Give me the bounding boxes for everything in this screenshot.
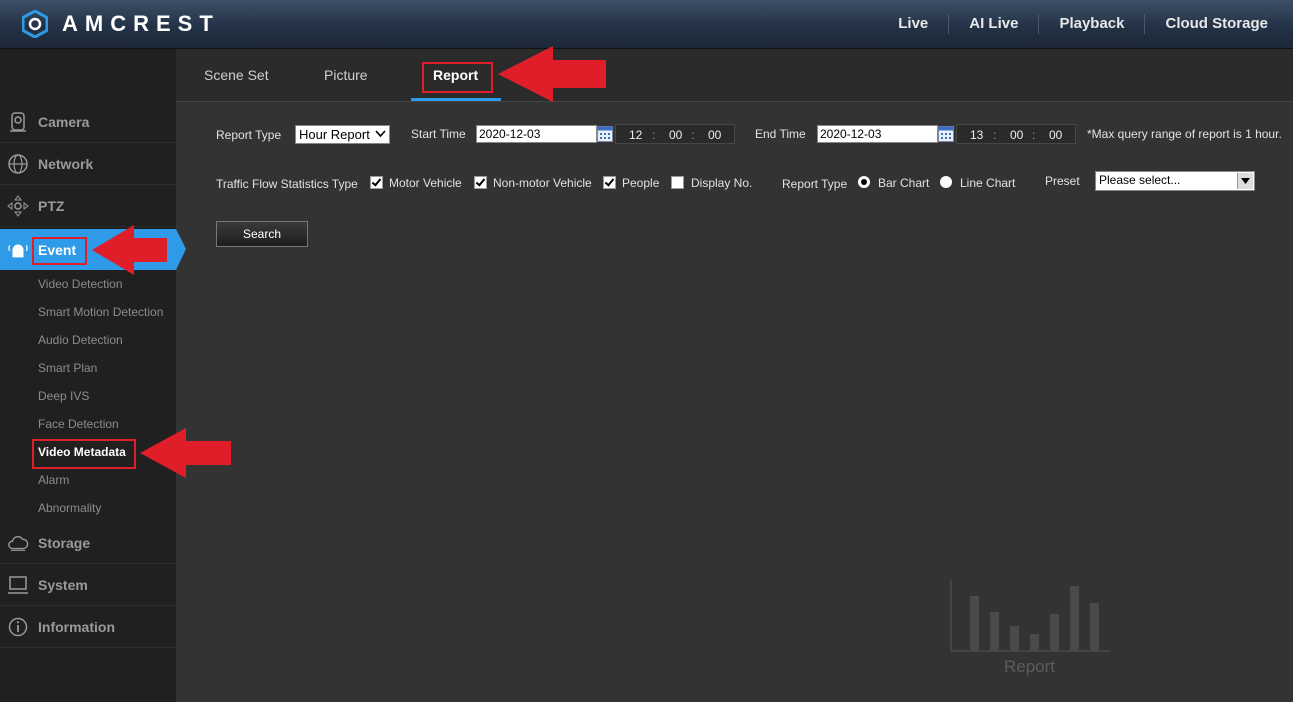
- max-query-note: *Max query range of report is 1 hour.: [1087, 127, 1282, 141]
- active-tab-indicator: [411, 98, 501, 101]
- red-arrow-icon: [498, 46, 606, 102]
- motor-vehicle-checkbox[interactable]: [370, 176, 383, 189]
- dropdown-arrow-icon: [1237, 173, 1253, 189]
- sub-item-deep-ivs[interactable]: Deep IVS: [38, 389, 89, 403]
- highlight-box-video-metadata: [32, 439, 136, 469]
- info-icon: [7, 616, 29, 638]
- line-chart-radio[interactable]: [940, 176, 952, 188]
- end-minute: 00: [1010, 128, 1024, 142]
- globe-icon: [7, 153, 29, 175]
- non-motor-vehicle-label: Non-motor Vehicle: [493, 176, 592, 190]
- time-separator: :: [993, 128, 997, 142]
- sidebar-item-camera[interactable]: Camera: [0, 101, 176, 143]
- amcrest-logo-icon: [22, 10, 48, 38]
- people-label: People: [622, 176, 660, 190]
- sidebar: Camera Network PTZ Event Video Detection…: [0, 49, 186, 702]
- sidebar-item-ptz[interactable]: PTZ: [0, 185, 176, 227]
- bar-chart-radio[interactable]: [858, 176, 870, 188]
- highlight-box-event: [32, 237, 87, 265]
- start-hour: 12: [629, 128, 643, 142]
- sub-item-audio-detection[interactable]: Audio Detection: [38, 333, 123, 347]
- nav-cloud-storage[interactable]: Cloud Storage: [1144, 14, 1293, 34]
- end-second: 00: [1049, 128, 1063, 142]
- start-time-input[interactable]: 12 : 00 : 00: [615, 124, 735, 144]
- preset-label: Preset: [1045, 174, 1080, 188]
- brand-name: AMCREST: [62, 11, 220, 36]
- top-nav: Live AI Live Playback Cloud Storage: [878, 0, 1293, 48]
- people-checkbox[interactable]: [603, 176, 616, 189]
- sidebar-item-information[interactable]: Information: [0, 606, 176, 648]
- sidebar-item-label: PTZ: [38, 197, 65, 214]
- sidebar-item-label: Camera: [38, 113, 90, 130]
- tab-picture[interactable]: Picture: [324, 67, 368, 83]
- report-placeholder-label: Report: [1004, 657, 1056, 676]
- highlight-box-report-tab: [422, 62, 493, 93]
- non-motor-vehicle-checkbox[interactable]: [474, 176, 487, 189]
- sidebar-item-storage[interactable]: Storage: [0, 522, 176, 564]
- motor-vehicle-label: Motor Vehicle: [389, 176, 462, 190]
- calendar-icon[interactable]: [938, 126, 954, 142]
- ptz-icon: [7, 194, 29, 217]
- nav-live[interactable]: Live: [878, 14, 948, 34]
- computer-icon: [7, 574, 29, 596]
- line-chart-label: Line Chart: [960, 176, 1016, 190]
- end-time-input[interactable]: 13 : 00 : 00: [956, 124, 1076, 144]
- sub-item-video-detection[interactable]: Video Detection: [38, 277, 123, 291]
- report-type-label: Report Type: [216, 128, 282, 142]
- sidebar-item-network[interactable]: Network: [0, 143, 176, 185]
- sub-item-smart-plan[interactable]: Smart Plan: [38, 361, 97, 375]
- chart-type-label: Report Type: [782, 177, 848, 191]
- sidebar-item-label: System: [38, 576, 88, 593]
- sub-item-face-detection[interactable]: Face Detection: [38, 417, 119, 431]
- report-type-select[interactable]: Hour Report: [295, 125, 390, 144]
- report-type-value: Hour Report: [299, 127, 370, 142]
- search-button[interactable]: Search: [216, 221, 308, 247]
- tab-bar: Scene Set Picture Report: [176, 49, 1293, 102]
- cloud-icon: [7, 532, 29, 554]
- sub-item-abnormality[interactable]: Abnormality: [38, 501, 101, 515]
- brand-logo[interactable]: AMCREST: [22, 10, 220, 38]
- end-hour: 13: [970, 128, 984, 142]
- preset-select[interactable]: Please select...: [1095, 171, 1255, 191]
- time-separator: :: [652, 128, 656, 142]
- end-time-label: End Time: [755, 127, 806, 141]
- nav-ai-live[interactable]: AI Live: [948, 14, 1038, 34]
- tab-scene-set[interactable]: Scene Set: [204, 67, 269, 83]
- traffic-flow-label: Traffic Flow Statistics Type: [216, 177, 358, 191]
- camera-icon: [7, 111, 29, 133]
- start-date-input[interactable]: 2020-12-03: [476, 125, 597, 143]
- nav-playback[interactable]: Playback: [1038, 14, 1144, 34]
- time-separator: :: [1032, 128, 1036, 142]
- display-no-checkbox[interactable]: [671, 176, 684, 189]
- start-minute: 00: [669, 128, 683, 142]
- sidebar-item-label: Information: [38, 618, 115, 635]
- bar-chart-label: Bar Chart: [878, 176, 930, 190]
- sidebar-item-label: Network: [38, 155, 94, 172]
- top-bar: AMCREST Live AI Live Playback Cloud Stor…: [0, 0, 1293, 49]
- time-separator: :: [691, 128, 695, 142]
- sub-item-smart-motion-detection[interactable]: Smart Motion Detection: [38, 305, 163, 319]
- red-arrow-icon: [92, 225, 167, 275]
- alarm-icon: [7, 239, 29, 261]
- sidebar-item-label: Storage: [38, 534, 91, 551]
- sub-item-alarm[interactable]: Alarm: [38, 473, 69, 487]
- preset-value: Please select...: [1099, 173, 1181, 187]
- sidebar-item-system[interactable]: System: [0, 564, 176, 606]
- end-date-input[interactable]: 2020-12-03: [817, 125, 938, 143]
- calendar-icon[interactable]: [597, 126, 613, 142]
- red-arrow-icon: [140, 428, 231, 478]
- start-time-label: Start Time: [411, 127, 466, 141]
- display-no-label: Display No.: [691, 176, 753, 190]
- chevron-down-icon: [375, 130, 386, 138]
- start-second: 00: [708, 128, 722, 142]
